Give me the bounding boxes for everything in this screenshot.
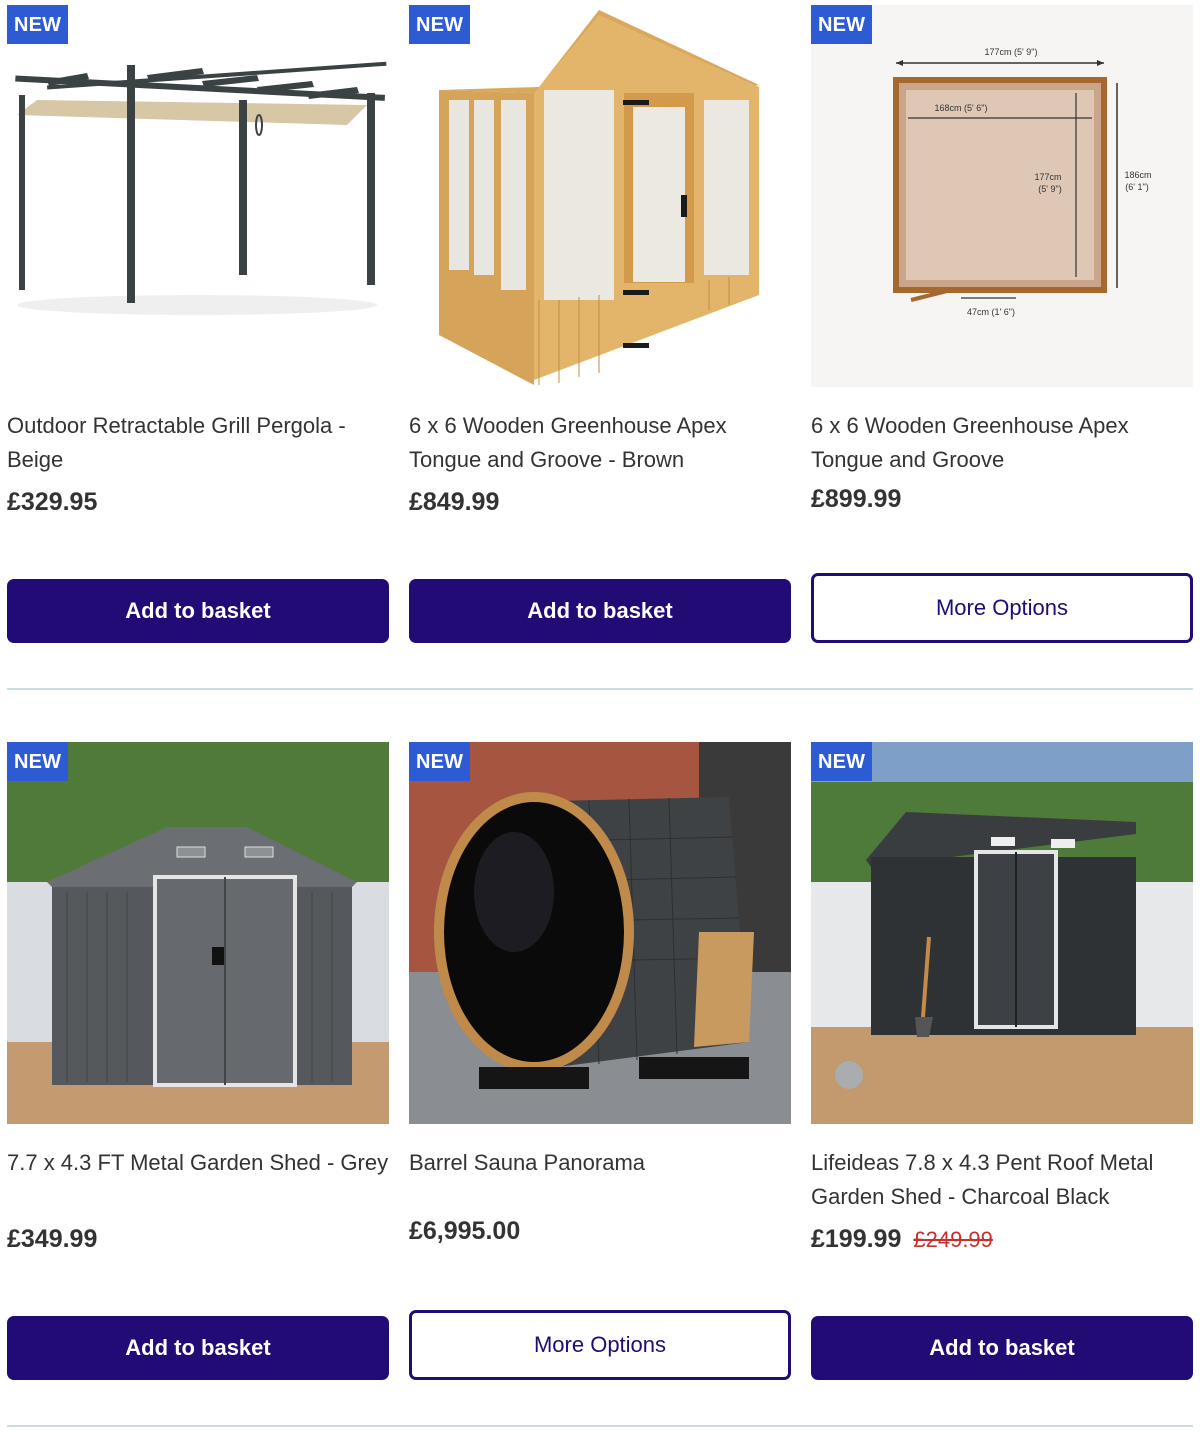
product-title[interactable]: Outdoor Retractable Grill Pergola - Beig… <box>7 409 389 477</box>
metal-shed-image <box>7 742 389 1124</box>
new-badge: NEW <box>409 5 471 44</box>
product-title[interactable]: Barrel Sauna Panorama <box>409 1146 791 1180</box>
price-row: £899.99 <box>811 482 901 516</box>
add-to-basket-button[interactable]: Add to basket <box>409 579 791 643</box>
dimension-label: 177cm (5' 9") <box>985 47 1038 57</box>
more-options-button[interactable]: More Options <box>409 1310 791 1380</box>
price-row: £349.99 <box>7 1222 97 1256</box>
new-badge: NEW <box>811 5 873 44</box>
product-title[interactable]: 6 x 6 Wooden Greenhouse Apex Tongue and … <box>811 409 1193 477</box>
product-title[interactable]: 6 x 6 Wooden Greenhouse Apex Tongue and … <box>409 409 791 477</box>
product-price: £329.95 <box>7 488 98 516</box>
price-row: £849.99 <box>409 485 499 519</box>
barrel-sauna-image <box>409 742 791 1124</box>
product-title[interactable]: Lifeideas 7.8 x 4.3 Pent Roof Metal Gard… <box>811 1146 1193 1214</box>
dimension-label: 47cm (1' 6") <box>967 307 1015 317</box>
product-price: £349.99 <box>7 1225 98 1253</box>
was-price: £249.99 <box>913 1227 993 1252</box>
product-image[interactable] <box>7 742 389 1124</box>
product-price: £899.99 <box>811 485 902 513</box>
add-to-basket-button[interactable]: Add to basket <box>7 579 389 643</box>
price-row: £6,995.00 <box>409 1214 520 1248</box>
dimension-label: 177cm <box>1034 172 1061 182</box>
floor-plan-image: 177cm (5' 9") 168cm (5' 6") 177cm (5' 9"… <box>811 5 1193 387</box>
new-badge: NEW <box>409 742 471 781</box>
greenhouse-image <box>409 5 791 387</box>
dimension-label: (5' 9") <box>1038 184 1061 194</box>
product-title[interactable]: 7.7 x 4.3 FT Metal Garden Shed - Grey <box>7 1146 389 1180</box>
product-image[interactable] <box>409 5 791 387</box>
product-image[interactable] <box>7 5 389 387</box>
dimension-label: 168cm (5' 6") <box>935 103 988 113</box>
price-row: £329.95 <box>7 485 97 519</box>
dimension-label: 186cm <box>1124 170 1151 180</box>
add-to-basket-button[interactable]: Add to basket <box>7 1316 389 1380</box>
row-divider <box>7 688 1193 690</box>
new-badge: NEW <box>811 742 873 781</box>
product-image[interactable]: 177cm (5' 9") 168cm (5' 6") 177cm (5' 9"… <box>811 5 1193 387</box>
add-to-basket-button[interactable]: Add to basket <box>811 1316 1193 1380</box>
product-price: £199.99 <box>811 1225 902 1253</box>
price-row: £199.99 £249.99 <box>811 1222 993 1257</box>
product-image[interactable] <box>409 742 791 1124</box>
row-divider <box>7 1425 1193 1427</box>
new-badge: NEW <box>7 742 69 781</box>
product-price: £6,995.00 <box>409 1217 521 1245</box>
product-price: £849.99 <box>409 488 500 516</box>
more-options-button[interactable]: More Options <box>811 573 1193 643</box>
dimension-label: (6' 1") <box>1125 182 1148 192</box>
pergola-image <box>7 5 389 387</box>
product-image[interactable] <box>811 742 1193 1124</box>
pent-shed-image <box>811 742 1193 1124</box>
new-badge: NEW <box>7 5 69 44</box>
